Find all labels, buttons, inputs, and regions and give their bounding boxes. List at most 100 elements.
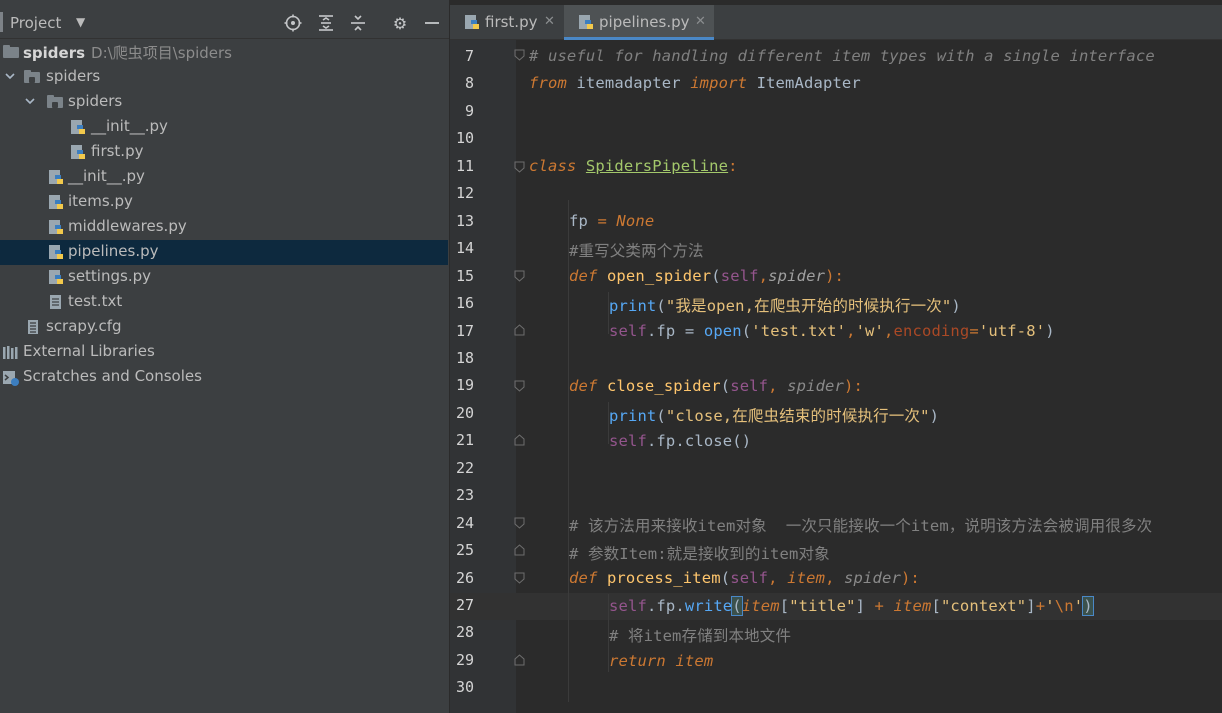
- tree-item-external-libraries[interactable]: External Libraries: [0, 340, 448, 365]
- fold-marker-icon[interactable]: [513, 269, 527, 283]
- tree-item-settings-py[interactable]: settings.py: [0, 265, 448, 290]
- tree-item-items-py[interactable]: items.py: [0, 190, 448, 215]
- project-panel: Project ▼ ⚙ spiders D:\爬虫项目\spiders spide…: [0, 0, 450, 713]
- tree-item-test-txt[interactable]: test.txt: [0, 290, 448, 315]
- code-comment: #重写父类两个方法: [569, 242, 704, 260]
- fold-marker-icon[interactable]: [513, 571, 527, 585]
- code-string: "close,在爬虫结束的时候执行一次": [665, 407, 930, 425]
- code-string: 'w': [855, 322, 885, 340]
- line-number: 19: [455, 376, 474, 395]
- code-line-11[interactable]: class SpidersPipeline:: [529, 157, 738, 175]
- code-line-25[interactable]: # 参数Item:就是接收到的item对象: [569, 542, 830, 564]
- tree-item-first-py[interactable]: first.py: [0, 140, 448, 165]
- code-punct: (: [656, 297, 666, 315]
- code-line-29[interactable]: return item: [609, 652, 713, 670]
- code-comment: # 参数Item:就是接收到的item对象: [569, 545, 830, 563]
- code-operator: +: [874, 597, 885, 615]
- code-punct: ): [951, 297, 961, 315]
- code-method: write: [684, 597, 733, 615]
- code-self: self: [720, 267, 759, 285]
- fold-end-marker-icon[interactable]: [513, 323, 527, 337]
- close-icon[interactable]: ✕: [695, 14, 706, 29]
- code-keyword: def: [569, 377, 598, 395]
- tree-item-scrapy-cfg[interactable]: scrapy.cfg: [0, 315, 448, 340]
- code-line-26[interactable]: def process_item(self, item, spider):: [569, 569, 920, 587]
- locate-icon[interactable]: [281, 11, 305, 35]
- code-line-20[interactable]: print("close,在爬虫结束的时候执行一次"): [609, 404, 939, 426]
- chevron-down-icon[interactable]: ▼: [76, 15, 85, 29]
- code-operator: =: [587, 212, 617, 230]
- code-line-8[interactable]: from itemadapter import ItemAdapter: [529, 74, 861, 92]
- code-punct: ): [1045, 322, 1055, 340]
- code-string: "context": [940, 597, 1027, 615]
- code-keyword: from: [529, 74, 567, 92]
- collapse-all-icon[interactable]: [346, 11, 370, 35]
- code-call: .fp.close(): [646, 432, 752, 450]
- tree-item-spiders-folder[interactable]: spiders: [0, 65, 448, 90]
- code-line-27[interactable]: self.fp.write(item["title"] + item["cont…: [609, 596, 1094, 616]
- fold-end-marker-icon[interactable]: [513, 653, 527, 667]
- tree-item-label: test.txt: [68, 292, 123, 310]
- project-panel-header: Project ▼ ⚙: [0, 8, 449, 38]
- code-var: item: [893, 597, 932, 615]
- tree-item-root-spiders[interactable]: spiders D:\爬虫项目\spiders: [0, 40, 448, 65]
- tree-item-spiders-subfolder[interactable]: spiders: [0, 90, 448, 115]
- code-line-19[interactable]: def close_spider(self, spider):: [569, 377, 863, 395]
- tree-item-middlewares-py[interactable]: middlewares.py: [0, 215, 448, 240]
- fold-marker-icon[interactable]: [513, 48, 527, 62]
- code-punct: (: [656, 407, 666, 425]
- editor: first.py ✕ pipelines.py ✕ 7 8 9 10 11 12 13 14 1…: [450, 0, 1222, 713]
- code-line-15[interactable]: def open_spider(self,spider):: [569, 267, 844, 285]
- project-view-title[interactable]: Project: [10, 14, 61, 32]
- code-line-24[interactable]: # 该方法用来接收item对象 一次只能接收一个item，说明该方法会被调用很多…: [569, 514, 1152, 536]
- code-line-21[interactable]: self.fp.close(): [609, 432, 751, 450]
- code-keyword: return: [609, 652, 666, 670]
- line-number: 25: [455, 541, 474, 560]
- code-line-14[interactable]: #重写父类两个方法: [569, 239, 704, 261]
- line-number: 29: [455, 650, 474, 669]
- code-line-13[interactable]: fp = None: [569, 212, 654, 230]
- fold-end-marker-icon[interactable]: [513, 543, 527, 557]
- fold-marker-icon[interactable]: [513, 379, 527, 393]
- line-number: 9: [464, 101, 474, 120]
- line-number: 24: [455, 513, 474, 532]
- python-file-icon: [48, 269, 64, 285]
- line-number: 30: [455, 678, 474, 697]
- code-var: item: [741, 597, 780, 615]
- code-builtin: print: [609, 297, 657, 315]
- code-var: item: [665, 652, 714, 670]
- gear-icon[interactable]: ⚙: [388, 11, 412, 35]
- fold-marker-icon[interactable]: [513, 516, 527, 530]
- code-punct: ,: [768, 377, 788, 395]
- python-file-icon: [48, 219, 64, 235]
- tab-first-py[interactable]: first.py ✕: [450, 5, 563, 39]
- tree-item-init-py-inner[interactable]: __init__.py: [0, 115, 448, 140]
- close-icon[interactable]: ✕: [544, 14, 555, 29]
- code-line-7[interactable]: # useful for handling different item typ…: [529, 47, 1155, 65]
- fold-marker-icon[interactable]: [513, 160, 527, 174]
- tree-item-pipelines-py[interactable]: pipelines.py: [0, 240, 448, 265]
- code-line-16[interactable]: print("我是open,在爬虫开始的时候执行一次"): [609, 294, 961, 316]
- line-number: 26: [455, 568, 474, 587]
- code-attr: .fp =: [646, 322, 704, 340]
- code-line-28[interactable]: # 将item存储到本地文件: [609, 624, 791, 646]
- code-punct: [: [931, 597, 941, 615]
- tree-item-init-py[interactable]: __init__.py: [0, 165, 448, 190]
- panel-divider: [0, 38, 449, 39]
- code-name: fp: [569, 212, 588, 230]
- project-tool-window-stripe[interactable]: [0, 12, 3, 32]
- expand-all-icon[interactable]: [314, 11, 338, 35]
- code-punct: ): [929, 407, 940, 425]
- code-class-name: SpidersPipeline: [585, 157, 729, 175]
- tree-item-scratches-and-consoles[interactable]: Scratches and Consoles: [0, 365, 448, 390]
- chevron-down-icon[interactable]: [24, 95, 36, 109]
- tab-pipelines-py[interactable]: pipelines.py ✕: [564, 5, 714, 40]
- code-line-17[interactable]: self.fp = open('test.txt','w',encoding='…: [609, 322, 1055, 340]
- minimize-icon[interactable]: [420, 11, 444, 35]
- chevron-down-icon[interactable]: [4, 70, 16, 84]
- line-number: 7: [464, 47, 474, 65]
- tree-item-label: __init__.py: [68, 167, 145, 185]
- fold-end-marker-icon[interactable]: [513, 433, 527, 447]
- line-number: 18: [455, 348, 474, 367]
- line-number: 23: [455, 486, 474, 505]
